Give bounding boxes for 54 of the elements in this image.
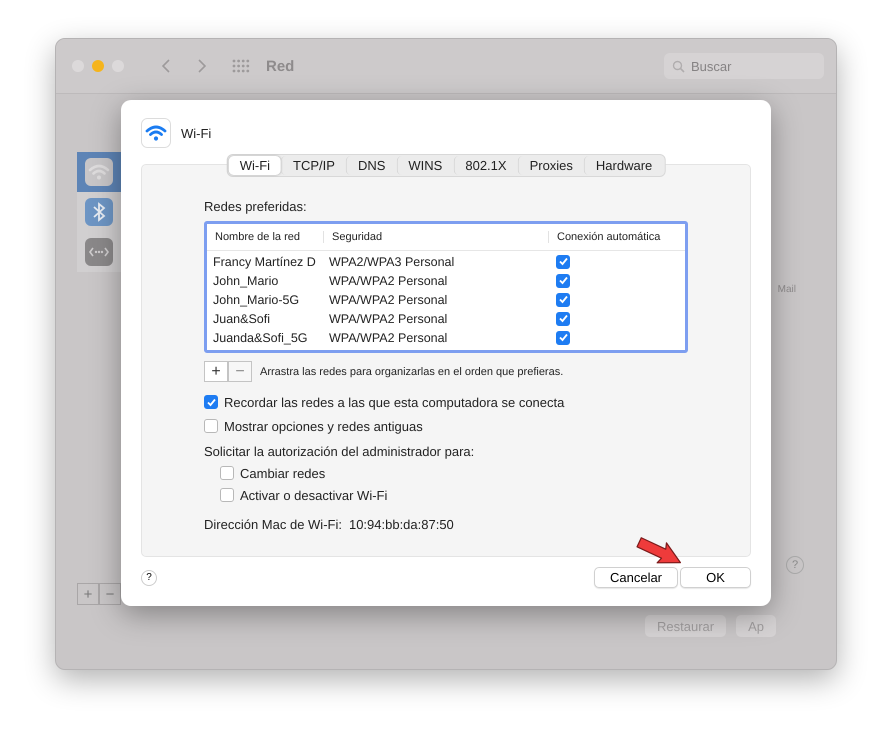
checkbox-label: Cambiar redes [240, 466, 326, 480]
checkbox-label: Recordar las redes a las que esta computadora se conecta [224, 394, 564, 410]
dialog-button[interactable]: OK [680, 567, 751, 588]
checkbox[interactable] [556, 330, 570, 344]
tab[interactable]: DNS [346, 156, 396, 175]
checkbox-label: Activar o desactivar Wi-Fi [240, 488, 388, 502]
column-header[interactable]: Seguridad [323, 231, 548, 243]
tab[interactable]: Proxies [518, 156, 584, 175]
hint-text: Arrastra las redes para organizarlas en el orden que prefieras. [260, 366, 564, 378]
dialog-title: Wi-Fi [181, 126, 212, 140]
section-label: Solicitar la autorización del administrador para: [204, 444, 476, 459]
bluetooth-icon [85, 198, 113, 226]
search-icon [672, 60, 685, 72]
mac-address: 10:94:bb:da:87:50 [348, 517, 454, 532]
table-cell-text: WPA/WPA2 Personal [328, 274, 448, 288]
field-label: Dirección Mac de Wi-Fi: [204, 517, 342, 532]
table-cell-text: John_Mario [212, 274, 280, 288]
wifi-icon [141, 118, 171, 148]
section-label: Redes preferidas: [204, 199, 308, 214]
tab[interactable]: Hardware [584, 156, 664, 175]
forward-icon[interactable] [196, 58, 208, 74]
tab[interactable]: WINS [396, 156, 454, 175]
table-cell-text: WPA/WPA2 Personal [328, 312, 448, 326]
back-icon[interactable] [160, 58, 172, 74]
tab[interactable]: Wi-Fi [228, 156, 282, 175]
table-cell-text: John_Mario-5G [212, 292, 300, 306]
checkbox[interactable] [556, 274, 570, 288]
network-icon [85, 238, 113, 266]
column-header[interactable]: Conexión automática [548, 231, 685, 243]
tab[interactable]: 802.1X [453, 156, 518, 175]
service-item[interactable] [77, 152, 121, 192]
table-cell-text: WPA/WPA2 Personal [328, 292, 448, 306]
column-header[interactable]: Nombre de la red [207, 231, 323, 243]
table-cell-text: Juanda&Sofi_5G [212, 330, 309, 344]
grid-icon[interactable] [232, 59, 250, 73]
dialog-button[interactable]: Cancelar [594, 567, 678, 588]
table-cell-text: WPA/WPA2 Personal [328, 330, 448, 344]
checkbox-label: Mostrar opciones y redes antiguas [224, 418, 423, 434]
list-button[interactable]: + [204, 361, 228, 382]
checkbox[interactable] [556, 254, 570, 268]
help-button[interactable]: ? [141, 570, 157, 586]
checkbox[interactable] [556, 292, 570, 306]
table-cell-text: Juan&Sofi [212, 312, 271, 326]
checkbox[interactable] [204, 395, 218, 409]
window-title: Red [266, 58, 294, 74]
wifi-icon [85, 158, 113, 186]
checkbox[interactable] [220, 466, 234, 480]
checkbox[interactable] [204, 419, 218, 433]
label-text: Mail [778, 284, 796, 295]
table-cell-text: WPA2/WPA3 Personal [328, 254, 456, 268]
tab[interactable]: TCP/IP [281, 156, 346, 175]
table-cell-text: Francy Martínez D [212, 254, 317, 268]
checkbox[interactable] [556, 312, 570, 326]
checkbox[interactable] [220, 488, 234, 502]
